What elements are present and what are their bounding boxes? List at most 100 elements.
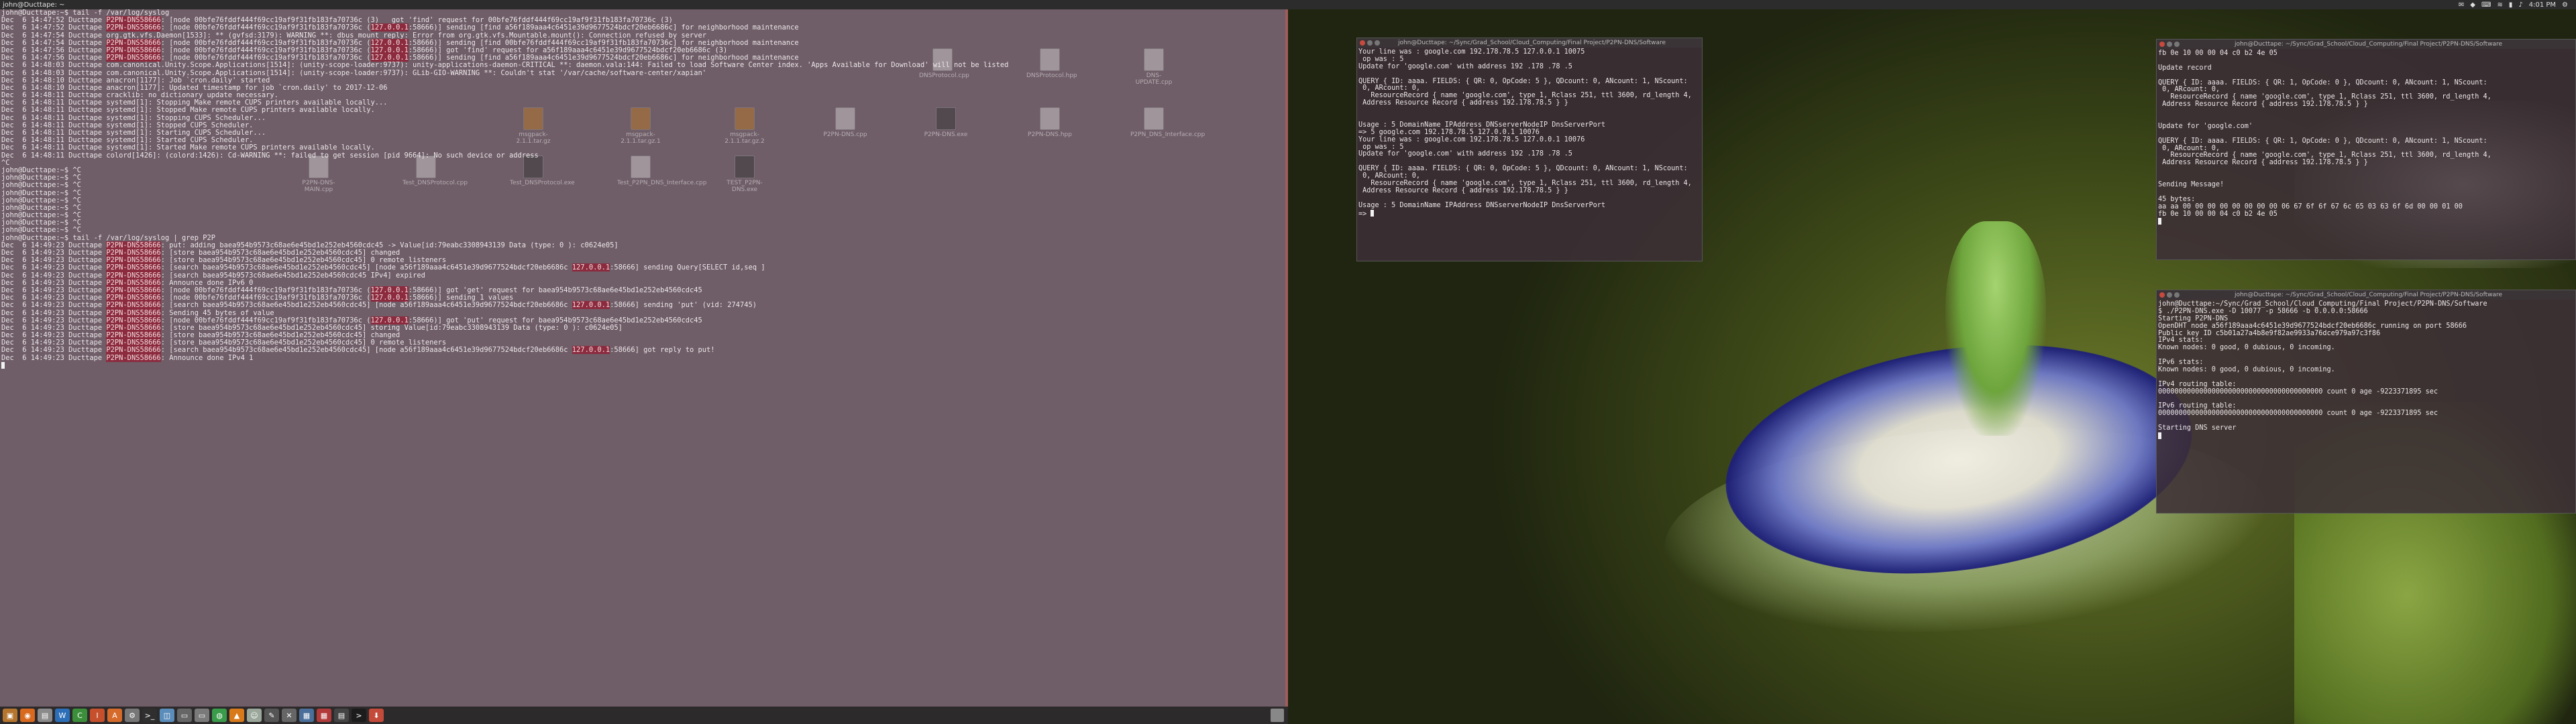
- terminal-line: OpenDHT node a56f189aaa4c6451e39d9677524…: [2158, 322, 2467, 330]
- terminal-line: Known nodes: 0 good, 0 dubious, 0 incomi…: [2158, 366, 2335, 374]
- terminal-line: Your line was : google.com 192.178.78.5 …: [1358, 48, 1585, 56]
- terminal-line: Dec 6 14:47:52 Ducttape P2PN-DNS58666: […: [1, 23, 799, 32]
- terminal-window-client[interactable]: john@Ducttape: ~/Sync/Grad_School/Cloud_…: [1356, 38, 1703, 261]
- gear-icon[interactable]: ⚙: [2562, 1, 2568, 9]
- terminal-line: Your line was : google.com 192.178.78.5 …: [1358, 135, 1585, 143]
- terminal-line: 0000000000000000000000000000000000000000…: [2158, 410, 2438, 418]
- terminal-line: Update for 'google.com' with address 192…: [1358, 150, 1572, 158]
- titlebar[interactable]: john@Ducttape: ~/Sync/Grad_School/Cloud_…: [2157, 40, 2575, 49]
- terminal-output[interactable]: Your line was : google.com 192.178.78.5 …: [1357, 48, 1702, 218]
- volume-icon[interactable]: ♪: [2518, 1, 2522, 9]
- terminal-window-server-log[interactable]: john@Ducttape: ~/Sync/Grad_School/Cloud_…: [2156, 39, 2576, 260]
- terminal-output[interactable]: john@Ducttape:~/Sync/Grad_School/Cloud_C…: [2157, 300, 2575, 441]
- terminal-line: Address Resource Record { address 192.17…: [2158, 101, 2368, 109]
- calc-icon[interactable]: C: [72, 709, 87, 722]
- terminal-line: Update for 'google.com': [2158, 122, 2253, 130]
- titlebar[interactable]: john@Ducttape: ~/Sync/Grad_School/Cloud_…: [1357, 38, 1702, 48]
- firefox-icon[interactable]: ◉: [20, 709, 35, 722]
- terminal-line: fb 0e 10 00 00 04 c0 b2 4e 05: [2158, 210, 2277, 218]
- terminal-line: Public key ID c5b01a27a4b8e9f82ae9933a76…: [2158, 329, 2381, 337]
- terminal-line: john@Ducttape:~$ ^C: [1, 188, 81, 197]
- calendar-icon[interactable]: ▦: [317, 709, 331, 722]
- top-panel-left: john@Ducttape: ~: [0, 0, 1288, 9]
- terminal-line: Address Resource Record { address 192.17…: [1358, 186, 1568, 194]
- ghost-icon[interactable]: ☺: [247, 709, 262, 722]
- titlebar[interactable]: john@Ducttape: ~/Sync/Grad_School/Cloud_…: [2157, 290, 2575, 300]
- terminal-line: 0000000000000000000000000000000000000000…: [2158, 387, 2438, 396]
- left-monitor: john@Ducttape: ~ DNSProtocol.cpp DNSProto…: [0, 0, 1288, 724]
- window-title: john@Ducttape: ~/Sync/Grad_School/Cloud_…: [2234, 292, 2503, 298]
- files2-icon[interactable]: ▤: [38, 709, 52, 722]
- terminal-icon[interactable]: >_: [142, 709, 157, 722]
- terminal-window-dht-node[interactable]: john@Ducttape: ~/Sync/Grad_School/Cloud_…: [2156, 290, 2576, 514]
- keyboard-icon[interactable]: ⌨: [2481, 1, 2491, 9]
- tools-icon[interactable]: ✕: [282, 709, 297, 722]
- terminal-line: john@Ducttape:~$ ^C: [1, 174, 81, 182]
- minimize-icon[interactable]: [1367, 40, 1373, 46]
- display-icon[interactable]: ▭: [177, 709, 192, 722]
- battery-icon[interactable]: ▮: [2509, 1, 2513, 9]
- window-title: john@Ducttape: ~/Sync/Grad_School/Cloud_…: [2234, 41, 2503, 48]
- terminal-line: Dec 6 14:49:23 Ducttape P2PN-DNS58666: S…: [1, 308, 274, 317]
- editor-icon[interactable]: ✎: [264, 709, 279, 722]
- terminal-line: Update record: [2158, 64, 2212, 72]
- terminal-line: john@Ducttape:~$ ^C: [1, 219, 81, 227]
- launcher-icons: ▣ ◉ ▤ W C I A ⚙ >_ ◫ ▭ ▭ ◍ ▲ ☺ ✎ ✕ ▦ ▦ ▤ > ⬇: [3, 709, 384, 722]
- terminal-line: Sending Message!: [2158, 181, 2224, 189]
- terminal-line: Starting DNS server: [2158, 424, 2237, 432]
- right-monitor: ✉ ◆ ⌨ ≋ ▮ ♪ 4:01 PM ⚙ john@Ducttape: ~/Sync/Gra…: [1288, 0, 2576, 724]
- top-panel-right: ✉ ◆ ⌨ ≋ ▮ ♪ 4:01 PM ⚙: [1288, 0, 2576, 9]
- main-terminal[interactable]: john@Ducttape:~$ tail -f /var/log/syslog…: [0, 9, 1287, 705]
- minimize-icon[interactable]: [2167, 42, 2172, 47]
- terminal-line: Dec 6 14:48:03 Ducttape com.canonical.Un…: [1, 61, 1009, 70]
- clock-icon[interactable]: 4:01 PM: [2529, 1, 2556, 9]
- notes-icon[interactable]: ▤: [334, 709, 349, 722]
- close-icon[interactable]: [1360, 40, 1365, 46]
- update-icon[interactable]: ⬇: [369, 709, 384, 722]
- terminal-output[interactable]: fb 0e 10 00 00 04 c0 b2 4e 05 Update reco…: [2157, 49, 2575, 227]
- text-cursor: [2158, 218, 2161, 225]
- wifi-icon[interactable]: ≋: [2497, 1, 2502, 9]
- workspace-icon[interactable]: ▦: [299, 709, 314, 722]
- chrome-icon[interactable]: ◍: [212, 709, 227, 722]
- maximize-icon[interactable]: [1375, 40, 1380, 46]
- vlc-icon[interactable]: ▲: [229, 709, 244, 722]
- window-title: john@Ducttape: ~/Sync/Grad_School/Cloud_…: [1397, 40, 1666, 46]
- envelope-icon[interactable]: ✉: [2459, 1, 2464, 9]
- text-cursor: [1, 361, 5, 369]
- terminal-line: Update for 'google.com' with address 192…: [1358, 62, 1572, 70]
- terminal-line: Address Resource Record { address 192.17…: [2158, 159, 2368, 167]
- terminal-line: Dec 6 14:48:03 Ducttape com.canonical.Un…: [1, 68, 706, 77]
- maximize-icon[interactable]: [2174, 292, 2180, 298]
- system-tray: ✉ ◆ ⌨ ≋ ▮ ♪ 4:01 PM ⚙: [2459, 1, 2576, 9]
- monitor-icon[interactable]: ▭: [195, 709, 209, 722]
- terminal-line: Dec 6 14:49:23 Ducttape P2PN-DNS58666: […: [1, 346, 715, 355]
- minimize-icon[interactable]: [2167, 292, 2172, 298]
- launcher-bar: ▣ ◉ ▤ W C I A ⚙ >_ ◫ ▭ ▭ ◍ ▲ ☺ ✎ ✕ ▦ ▦ ▤ > ⬇: [0, 707, 1288, 724]
- text-cursor: [1371, 209, 1375, 217]
- text-cursor: [2158, 432, 2161, 440]
- dropbox-icon[interactable]: ◆: [2470, 1, 2475, 9]
- files-icon[interactable]: ▣: [3, 709, 17, 722]
- wallpaper-flower-center: [1945, 221, 2046, 436]
- maximize-icon[interactable]: [2174, 42, 2180, 47]
- impress-icon[interactable]: I: [90, 709, 105, 722]
- software-center-icon[interactable]: A: [107, 709, 122, 722]
- terminal-line: john@Ducttape:~$ ^C: [1, 226, 81, 235]
- writer-icon[interactable]: W: [55, 709, 70, 722]
- terminal-line: ^C: [1, 158, 10, 167]
- terminal2-icon[interactable]: >: [352, 709, 366, 722]
- terminal-line: Dec 6 14:48:11 Ducttape systemd[1]: Star…: [1, 143, 375, 152]
- terminal-line: john@Ducttape:~$ ^C: [1, 166, 81, 174]
- settings-icon[interactable]: ⚙: [125, 709, 140, 722]
- terminal-line: aa aa 00 00 00 00 00 00 00 00 06 67 6f 6…: [2158, 202, 2463, 210]
- terminal-line: [2158, 432, 2574, 440]
- trash-icon[interactable]: [1271, 709, 1284, 722]
- close-icon[interactable]: [2159, 292, 2165, 298]
- files3-icon[interactable]: ◫: [160, 709, 174, 722]
- close-icon[interactable]: [2159, 42, 2165, 47]
